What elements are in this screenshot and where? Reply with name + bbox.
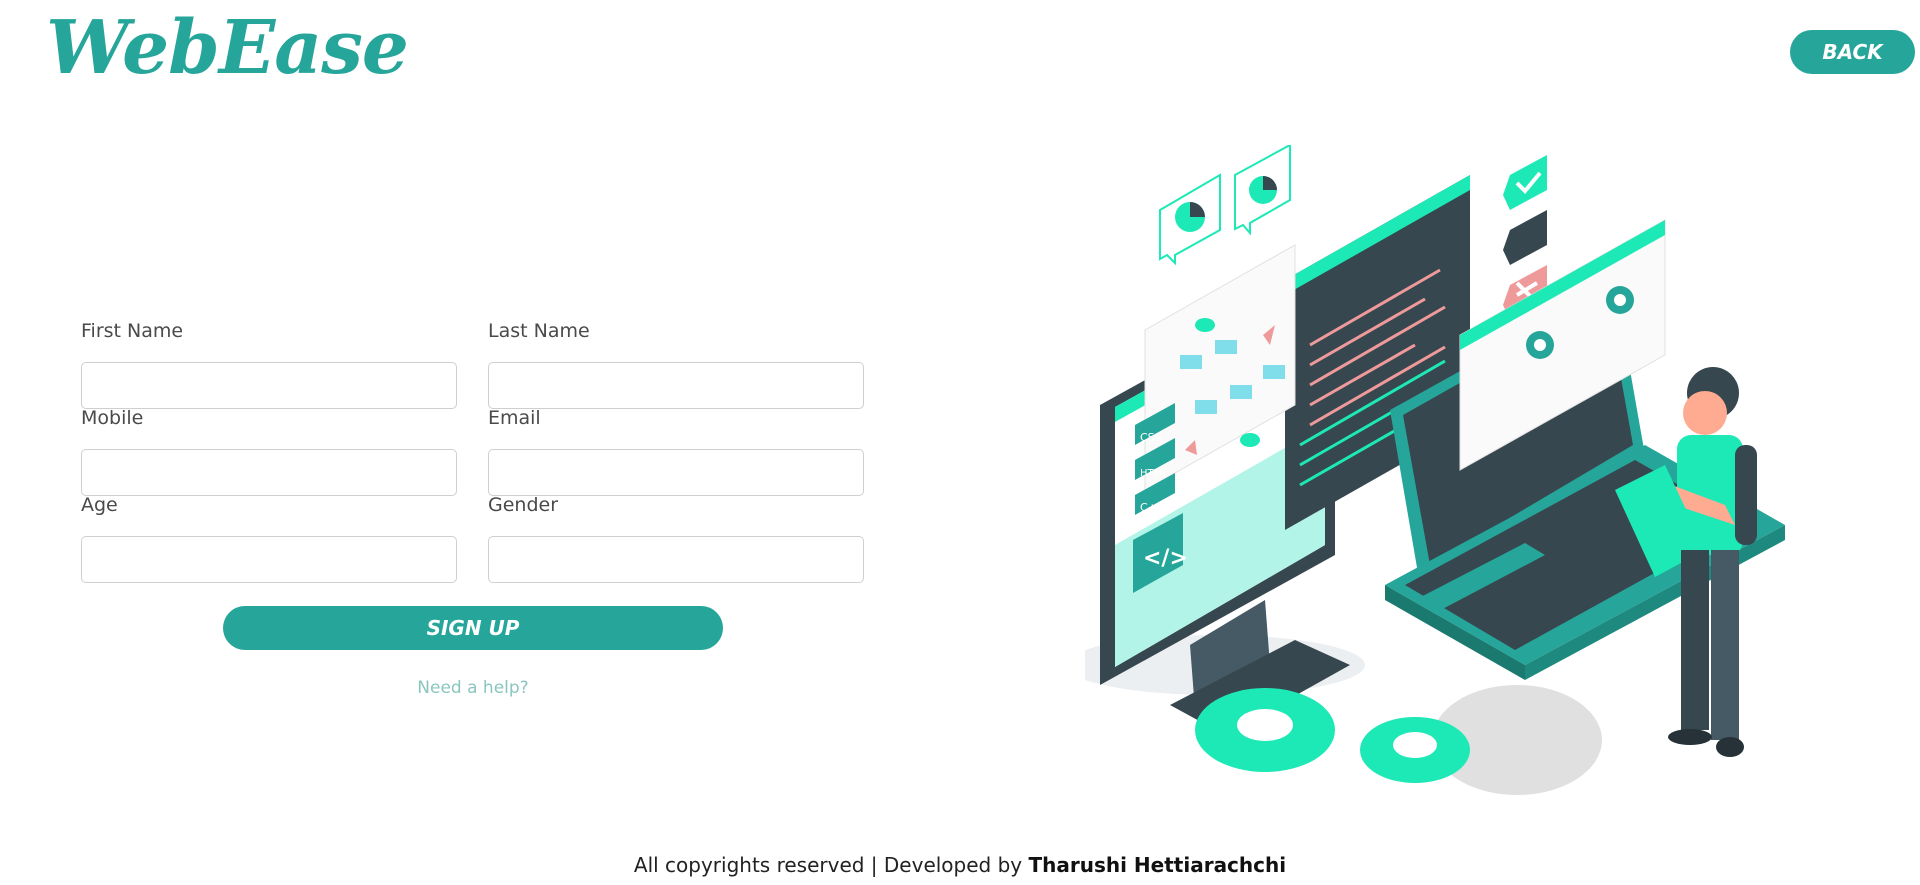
developer-workspace-illustration: CSS HTML C++ </>: [1065, 143, 1825, 805]
gender-label: Gender: [488, 494, 559, 516]
illustration-svg: CSS HTML C++ </>: [1065, 143, 1785, 795]
last-name-group: Last Name: [488, 320, 864, 409]
footer: All copyrights reserved | Developed by T…: [0, 853, 1920, 877]
last-name-input[interactable]: [488, 362, 864, 409]
cpp-label: C++: [1140, 501, 1166, 514]
mobile-input[interactable]: [81, 449, 457, 496]
age-label: Age: [81, 494, 118, 516]
email-label: Email: [488, 407, 541, 429]
mobile-group: Mobile: [81, 407, 457, 496]
back-button[interactable]: BACK: [1790, 30, 1915, 74]
mobile-label: Mobile: [81, 407, 144, 429]
gender-input[interactable]: [488, 536, 864, 583]
help-link[interactable]: Need a help?: [373, 678, 573, 698]
age-input[interactable]: [81, 536, 457, 583]
footer-text: All copyrights reserved | Developed by: [633, 853, 1029, 877]
email-input[interactable]: [488, 449, 864, 496]
first-name-group: First Name: [81, 320, 457, 409]
signup-button[interactable]: SIGN UP: [223, 606, 723, 650]
last-name-label: Last Name: [488, 320, 590, 342]
gender-group: Gender: [488, 494, 864, 583]
logo: WebEase: [46, 5, 409, 91]
age-group: Age: [81, 494, 457, 583]
code-tag-icon: </>: [1143, 546, 1188, 571]
signup-page: WebEase BACK First Name Last Name Mobile…: [0, 0, 1920, 885]
footer-author: Tharushi Hettiarachchi: [1028, 853, 1287, 877]
first-name-input[interactable]: [81, 362, 457, 409]
email-group: Email: [488, 407, 864, 496]
first-name-label: First Name: [81, 320, 184, 342]
html-label: HTML: [1140, 468, 1168, 479]
css-label: CSS: [1140, 431, 1162, 444]
